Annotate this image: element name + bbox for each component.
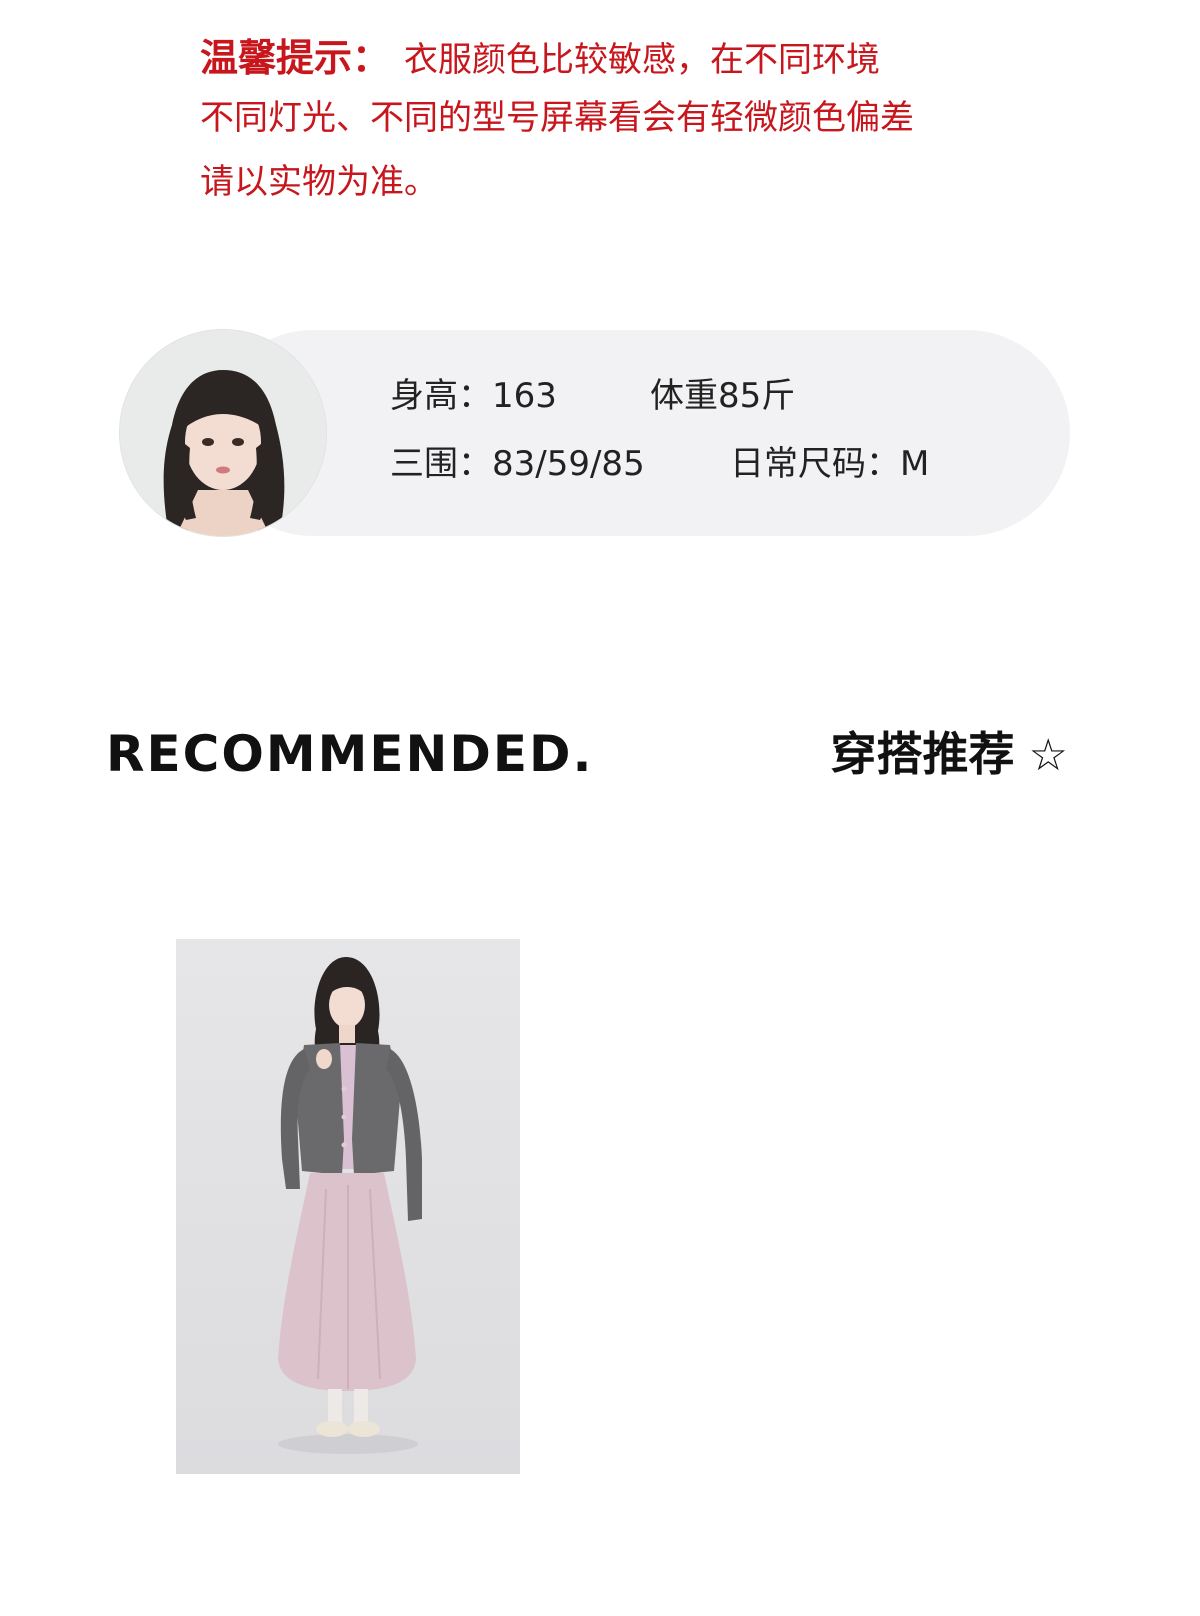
model-measurements: 三围：83/59/85	[390, 444, 645, 484]
outfit-model-image	[176, 939, 520, 1474]
model-weight: 体重85斤	[650, 376, 796, 416]
notice-line-1: 温馨提示： 衣服颜色比较敏感，在不同环境	[200, 38, 1100, 86]
color-notice: 温馨提示： 衣服颜色比较敏感，在不同环境 不同灯光、不同的型号屏幕看会有轻微颜色偏…	[200, 38, 1100, 206]
notice-text-1: 衣服颜色比较敏感，在不同环境	[404, 40, 881, 80]
notice-text-2: 不同灯光、不同的型号屏幕看会有轻微颜色偏差	[200, 98, 914, 138]
recommended-cn-text: 穿搭推荐	[830, 727, 1015, 781]
notice-text-3: 请以实物为准。	[200, 162, 438, 202]
outfit-photo	[176, 939, 520, 1474]
model-height: 身高：163	[390, 376, 557, 416]
notice-title: 温馨提示：	[200, 36, 391, 80]
model-info-card	[210, 330, 1070, 536]
model-portrait-image	[120, 330, 326, 536]
model-avatar	[120, 330, 326, 536]
recommended-title-cn: 穿搭推荐 ☆	[831, 722, 1068, 788]
model-size: 日常尺码：M	[730, 444, 930, 484]
star-icon: ☆	[1028, 730, 1068, 781]
recommended-title: RECOMMENDED.	[106, 725, 594, 783]
